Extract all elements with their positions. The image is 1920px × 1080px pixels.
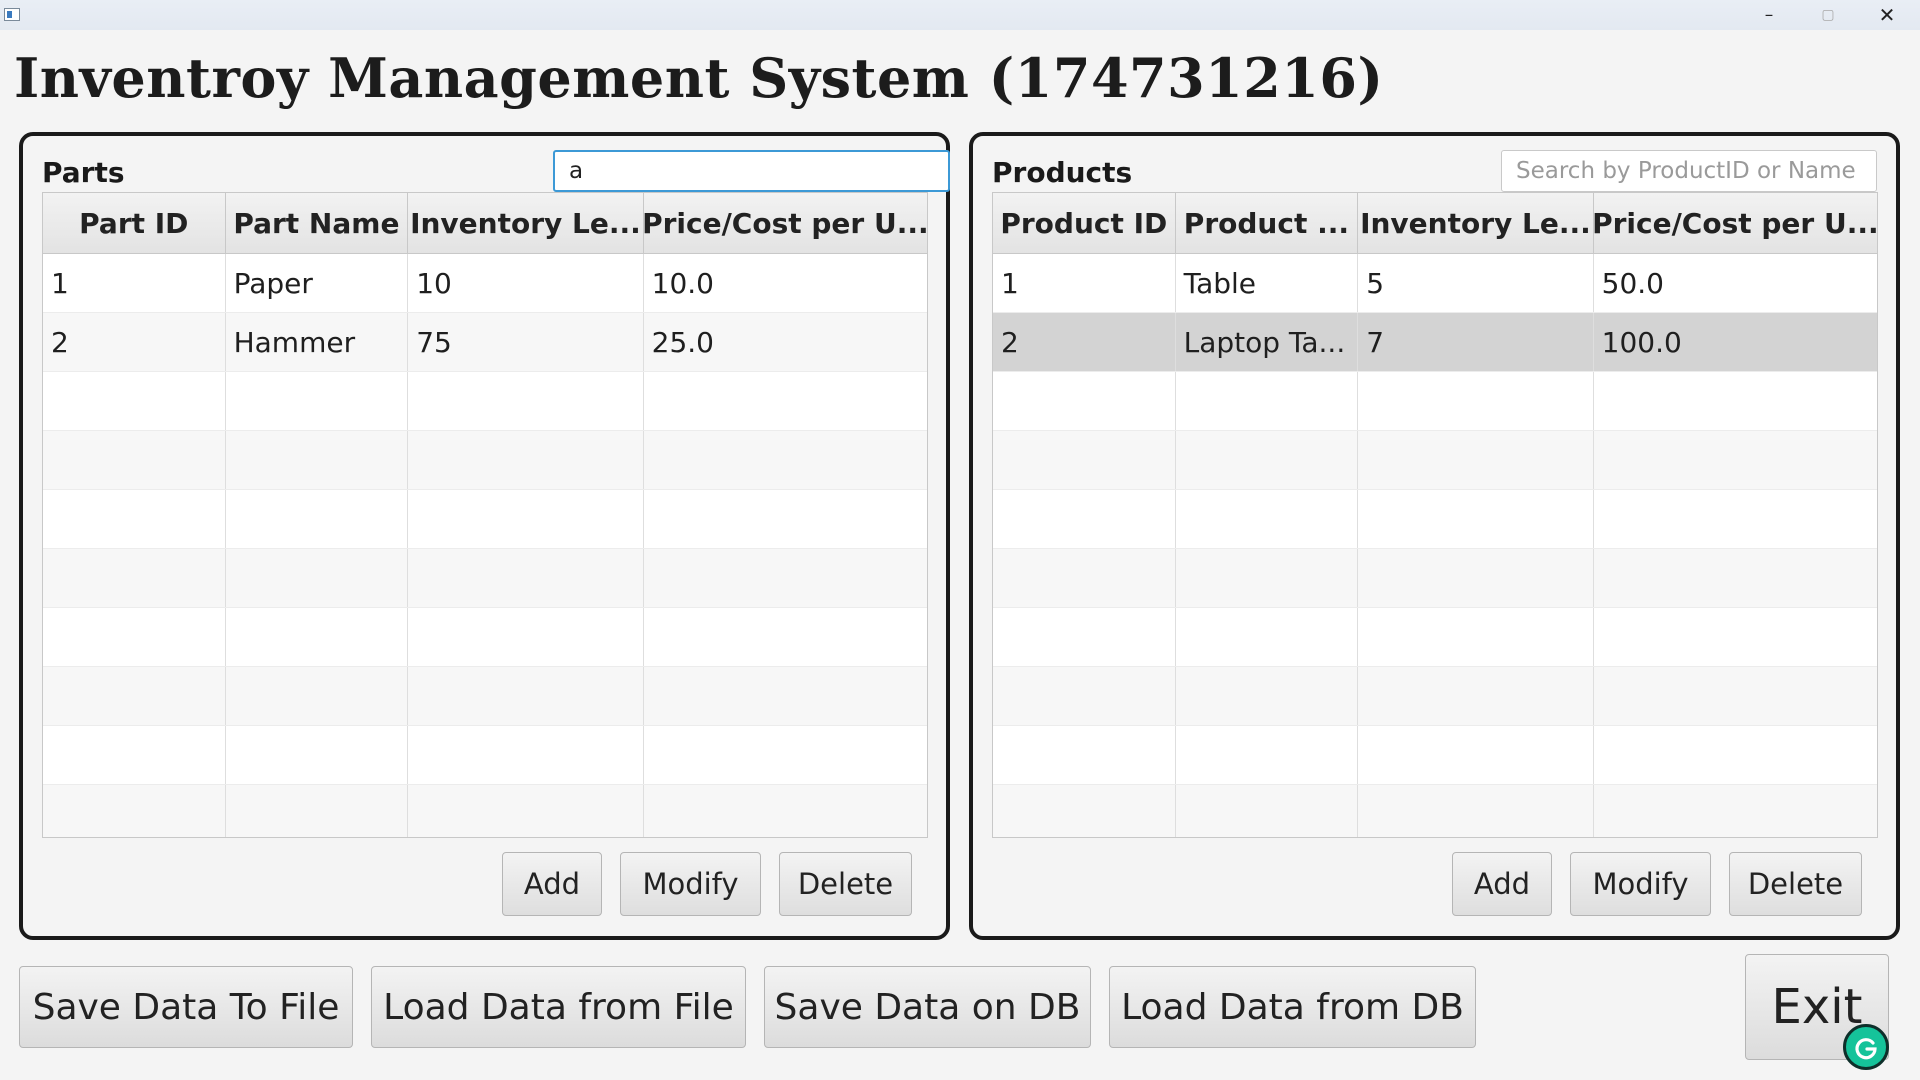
products-label: Products: [992, 156, 1133, 189]
empty-row: [43, 431, 927, 490]
empty-row: [993, 726, 1877, 785]
parts-delete-button[interactable]: Delete: [779, 852, 912, 916]
table-cell: 25.0: [651, 325, 714, 359]
parts-modify-button[interactable]: Modify: [620, 852, 761, 916]
products-modify-button[interactable]: Modify: [1570, 852, 1711, 916]
products-delete-button[interactable]: Delete: [1729, 852, 1862, 916]
empty-row: [993, 785, 1877, 837]
column-header-part-id[interactable]: Part ID: [43, 193, 226, 253]
app-icon: [4, 8, 20, 21]
table-cell: Hammer: [226, 313, 409, 371]
products-add-button[interactable]: Add: [1452, 852, 1552, 916]
table-cell: 5: [1358, 254, 1594, 312]
column-header-part-name[interactable]: Part Name: [226, 193, 409, 253]
products-table[interactable]: Product ID Product ... Inventory Le... P…: [992, 192, 1878, 838]
grammarly-g-icon: [1855, 1038, 1877, 1060]
table-cell: Table: [1176, 254, 1359, 312]
column-header-product-name[interactable]: Product ...: [1176, 193, 1359, 253]
parts-panel: Parts Part ID Part Name Inventory Le... …: [19, 132, 950, 940]
save-data-to-file-button[interactable]: Save Data To File: [19, 966, 353, 1048]
column-header-price[interactable]: Price/Cost per U...: [644, 193, 927, 253]
table-row[interactable]: 2 Hammer 75 25.0: [43, 313, 927, 372]
table-row[interactable]: 1 Table 5 50.0: [993, 254, 1877, 313]
table-cell: 2: [43, 313, 226, 371]
parts-add-button[interactable]: Add: [502, 852, 602, 916]
parts-search-input[interactable]: [553, 150, 950, 192]
load-data-from-db-button[interactable]: Load Data from DB: [1109, 966, 1476, 1048]
table-cell: 7: [1358, 313, 1594, 371]
table-cell: 100.0: [1601, 325, 1682, 359]
empty-row: [993, 431, 1877, 490]
table-row[interactable]: 1 Paper 10 10.0: [43, 254, 927, 313]
parts-table-body: 1 Paper 10 10.0 2 Hammer 75 25.0: [43, 254, 927, 837]
page-title: Inventroy Management System (174731216): [14, 46, 1384, 110]
empty-row: [993, 372, 1877, 431]
minimize-button[interactable]: –: [1740, 0, 1798, 30]
grammarly-icon[interactable]: [1843, 1024, 1889, 1070]
column-header-inventory-level[interactable]: Inventory Le...: [1358, 193, 1594, 253]
window-titlebar: – ▢ ✕: [0, 0, 1920, 30]
empty-row: [43, 549, 927, 608]
parts-table-header: Part ID Part Name Inventory Le... Price/…: [43, 193, 927, 254]
empty-row: [43, 608, 927, 667]
maximize-button[interactable]: ▢: [1799, 0, 1857, 30]
table-cell: Laptop Ta...: [1176, 313, 1359, 371]
table-cell: 50.0: [1601, 266, 1664, 300]
products-table-body: 1 Table 5 50.0 2 Laptop Ta... 7 100.0: [993, 254, 1877, 837]
empty-row: [993, 608, 1877, 667]
column-header-price[interactable]: Price/Cost per U...: [1594, 193, 1877, 253]
empty-row: [993, 549, 1877, 608]
table-row-selected[interactable]: 2 Laptop Ta... 7 100.0: [993, 313, 1877, 372]
empty-row: [43, 372, 927, 431]
empty-row: [43, 785, 927, 837]
close-button[interactable]: ✕: [1858, 0, 1916, 30]
table-cell: 75: [408, 313, 644, 371]
products-search-input[interactable]: [1501, 150, 1877, 192]
table-cell: Paper: [226, 254, 409, 312]
parts-label: Parts: [42, 156, 125, 189]
products-table-header: Product ID Product ... Inventory Le... P…: [993, 193, 1877, 254]
table-cell: 1: [43, 254, 226, 312]
column-header-inventory-level[interactable]: Inventory Le...: [408, 193, 644, 253]
parts-table[interactable]: Part ID Part Name Inventory Le... Price/…: [42, 192, 928, 838]
table-cell: 10.0: [651, 266, 714, 300]
table-cell: 1: [993, 254, 1176, 312]
empty-row: [43, 667, 927, 726]
empty-row: [43, 726, 927, 785]
products-panel: Products Product ID Product ... Inventor…: [969, 132, 1900, 940]
table-cell: 2: [993, 313, 1176, 371]
empty-row: [43, 490, 927, 549]
table-cell: 10: [408, 254, 644, 312]
load-data-from-file-button[interactable]: Load Data from File: [371, 966, 746, 1048]
empty-row: [993, 667, 1877, 726]
save-data-on-db-button[interactable]: Save Data on DB: [764, 966, 1091, 1048]
column-header-product-id[interactable]: Product ID: [993, 193, 1176, 253]
empty-row: [993, 490, 1877, 549]
